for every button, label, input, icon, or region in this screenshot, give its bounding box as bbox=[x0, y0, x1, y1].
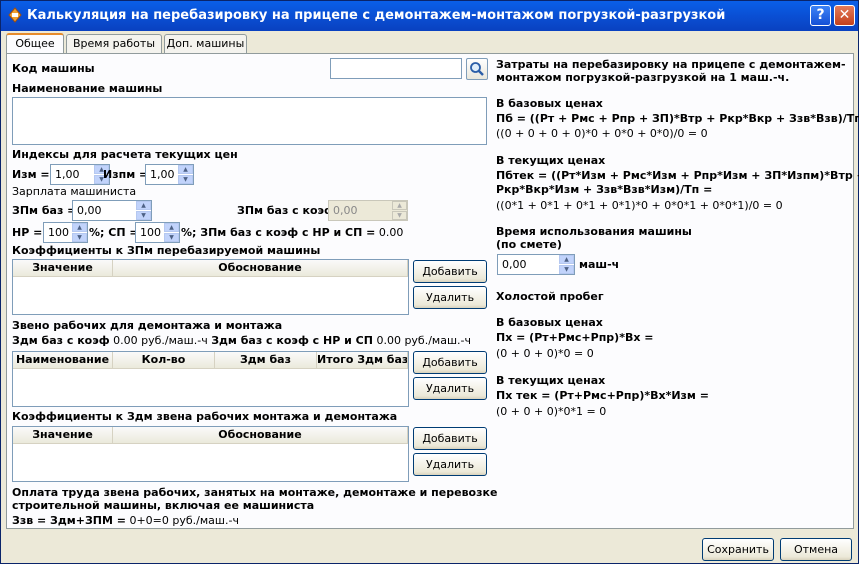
machine-code-input[interactable] bbox=[330, 58, 462, 79]
coef-zpm-col-basis[interactable]: Обоснование bbox=[113, 260, 408, 277]
hr-spin-buttons[interactable]: ▲ ▼ bbox=[72, 223, 87, 242]
tab-work-time[interactable]: Время работы bbox=[66, 34, 162, 53]
coef-crew-label: Коэффициенты к Здм звена рабочих монтажа… bbox=[12, 410, 398, 423]
pbtek-value: ((0*1 + 0*1 + 0*1 + 0*1)*0 + 0*0*1 + 0*0… bbox=[496, 199, 783, 212]
zpm-base-value: 0,00 bbox=[77, 204, 102, 217]
pxtek-formula: Пх тек = (Рт+Рмс+Рпр)*Вх*Изм = bbox=[496, 389, 709, 402]
crew-col-count[interactable]: Кол-во bbox=[113, 352, 215, 369]
izpm-spin-buttons[interactable]: ▲ ▼ bbox=[178, 165, 193, 184]
usage-spinner[interactable]: 0,00 ▲ ▼ bbox=[497, 254, 575, 275]
crew-col-total[interactable]: Итого Здм баз bbox=[317, 352, 408, 369]
crew-line: Здм баз с коэф 0.00 руб./маш.-ч Здм баз … bbox=[12, 334, 471, 347]
pb-formula: Пб = ((Рт + Рмс + Рпр + ЗП)*Втр + Ркр*Вк… bbox=[496, 112, 859, 125]
usage-label-line1: Время использования машины bbox=[496, 225, 692, 238]
zpm-coef-spin-buttons: ▲ ▼ bbox=[392, 201, 407, 220]
tab-extra-machines[interactable]: Доп. машины bbox=[164, 34, 247, 53]
dialog-window: Калькуляция на перебазировку на прицепе … bbox=[0, 0, 859, 564]
idle-current-label: В текущих ценах bbox=[496, 374, 606, 387]
izpm-value: 1,00 bbox=[150, 168, 175, 181]
coef-crew-add-button[interactable]: Добавить bbox=[413, 427, 487, 450]
crew-coef-hr-label: Здм баз с коэф с НР и СП bbox=[211, 334, 373, 347]
izpm-label: Изпм = bbox=[103, 168, 149, 181]
pbtek-formula-line2: Ркр*Вкр*Изм + Ззв*Взв*Изм)/Тп = bbox=[496, 183, 713, 196]
coef-crew-col-value[interactable]: Значение bbox=[13, 427, 113, 444]
tab-panel-general: Код машины Наименование машины Индексы д… bbox=[6, 53, 859, 529]
indices-label: Индексы для расчета текущих цен bbox=[12, 148, 238, 161]
sp-tail-value: 0.00 bbox=[378, 226, 404, 239]
sp-tail: %; ЗПм баз с коэф с НР и СП = 0.00 bbox=[181, 226, 403, 239]
zpm-base-spinner[interactable]: 0,00 ▲ ▼ bbox=[72, 200, 152, 221]
px-value: (0 + 0 + 0)*0 = 0 bbox=[496, 347, 594, 360]
izpm-spinner[interactable]: 1,00 ▲ ▼ bbox=[145, 164, 194, 185]
px-formula: Пх = (Рт+Рмс+Рпр)*Вх = bbox=[496, 331, 654, 344]
hr-label: НР = bbox=[12, 226, 43, 239]
hr-value: 100 bbox=[48, 226, 69, 239]
pay-formula-label: Ззв = Здм+ЗПМ = bbox=[12, 514, 126, 527]
zpm-base-label: ЗПм баз = bbox=[12, 204, 77, 217]
crew-label: Звено рабочих для демонтажа и монтажа bbox=[12, 319, 283, 332]
usage-label-line2: (по смете) bbox=[496, 238, 562, 251]
izm-spinner[interactable]: 1,00 ▲ ▼ bbox=[50, 164, 110, 185]
machine-name-label: Наименование машины bbox=[12, 82, 163, 95]
coef-zpm-add-button[interactable]: Добавить bbox=[413, 260, 487, 283]
zpm-coef-value: 0,00 bbox=[333, 204, 358, 217]
title-bar: Калькуляция на перебазировку на прицепе … bbox=[1, 1, 858, 31]
pay-formula: Ззв = Здм+ЗПМ = 0+0=0 руб./маш.-ч bbox=[12, 514, 239, 527]
search-button[interactable] bbox=[466, 58, 488, 80]
machine-code-label: Код машины bbox=[12, 62, 95, 75]
current-prices-label: В текущих ценах bbox=[496, 154, 606, 167]
save-button[interactable]: Сохранить bbox=[702, 538, 774, 561]
right-header-line1: Затраты на перебазировку на прицепе с де… bbox=[496, 58, 846, 71]
pay-formula-value: 0+0=0 руб./маш.-ч bbox=[129, 514, 239, 527]
coef-zpm-delete-button[interactable]: Удалить bbox=[413, 286, 487, 309]
usage-value: 0,00 bbox=[502, 258, 527, 271]
crew-col-zdm[interactable]: Здм баз bbox=[215, 352, 317, 369]
sp-spin-buttons[interactable]: ▲ ▼ bbox=[164, 223, 179, 242]
crew-delete-button[interactable]: Удалить bbox=[413, 377, 487, 400]
izm-label: Изм = bbox=[12, 168, 50, 181]
crew-grid[interactable]: Наименование Кол-во Здм баз Итого Здм ба… bbox=[12, 351, 409, 407]
hr-spinner[interactable]: 100 ▲ ▼ bbox=[43, 222, 88, 243]
sp-tail-label: %; ЗПм баз с коэф с НР и СП = bbox=[181, 226, 376, 239]
zpm-base-spin-buttons[interactable]: ▲ ▼ bbox=[136, 201, 151, 220]
sp-spinner[interactable]: 100 ▲ ▼ bbox=[135, 222, 180, 243]
tab-general[interactable]: Общее bbox=[6, 33, 64, 54]
crew-add-button[interactable]: Добавить bbox=[413, 351, 487, 374]
hr-sp-label: %; СП = bbox=[89, 226, 139, 239]
pb-value: ((0 + 0 + 0 + 0)*0 + 0*0 + 0*0)/0 = 0 bbox=[496, 127, 708, 140]
pxtek-value: (0 + 0 + 0)*0*1 = 0 bbox=[496, 405, 607, 418]
crew-col-name[interactable]: Наименование bbox=[13, 352, 113, 369]
usage-spin-buttons[interactable]: ▲ ▼ bbox=[559, 255, 574, 274]
crew-coef-value: 0.00 руб./маш.-ч bbox=[113, 334, 208, 347]
coef-zpm-grid[interactable]: Значение Обоснование bbox=[12, 259, 409, 315]
pay-label-line2: строительной машины, включая ее машинист… bbox=[12, 499, 315, 512]
idle-base-label: В базовых ценах bbox=[496, 316, 603, 329]
coef-zpm-col-value[interactable]: Значение bbox=[13, 260, 113, 277]
right-header-line2: монтажом погрузкой-разгрузкой на 1 маш.-… bbox=[496, 71, 790, 84]
zpm-coef-spinner: 0,00 ▲ ▼ bbox=[328, 200, 408, 221]
window-title: Калькуляция на перебазировку на прицепе … bbox=[27, 8, 726, 23]
idle-label: Холостой пробег bbox=[496, 290, 604, 303]
base-prices-label: В базовых ценах bbox=[496, 97, 603, 110]
app-icon bbox=[8, 7, 22, 23]
coef-crew-col-basis[interactable]: Обоснование bbox=[113, 427, 408, 444]
crew-coef-hr-value: 0.00 руб./маш.-ч bbox=[376, 334, 471, 347]
izm-value: 1,00 bbox=[55, 168, 80, 181]
coef-crew-delete-button[interactable]: Удалить bbox=[413, 453, 487, 476]
close-button[interactable]: ✕ bbox=[834, 5, 855, 26]
coef-zpm-label: Коэффициенты к ЗПм перебазируемой машины bbox=[12, 244, 321, 257]
help-button[interactable]: ? bbox=[810, 5, 831, 26]
pbtek-formula-line1: Пбтек = ((Рт*Изм + Рмс*Изм + Рпр*Изм + З… bbox=[496, 169, 859, 182]
sp-value: 100 bbox=[140, 226, 161, 239]
machine-name-textarea[interactable] bbox=[12, 97, 487, 145]
cancel-button[interactable]: Отмена bbox=[780, 538, 852, 561]
usage-unit: маш-ч bbox=[579, 258, 620, 271]
crew-coef-label: Здм баз с коэф bbox=[12, 334, 110, 347]
search-icon bbox=[470, 62, 484, 76]
coef-crew-grid[interactable]: Значение Обоснование bbox=[12, 426, 409, 482]
zpm-coef-label: ЗПм баз с коэф bbox=[237, 204, 335, 217]
salary-label: Зарплата машиниста bbox=[12, 185, 137, 198]
pay-label-line1: Оплата труда звена рабочих, занятых на м… bbox=[12, 486, 498, 499]
